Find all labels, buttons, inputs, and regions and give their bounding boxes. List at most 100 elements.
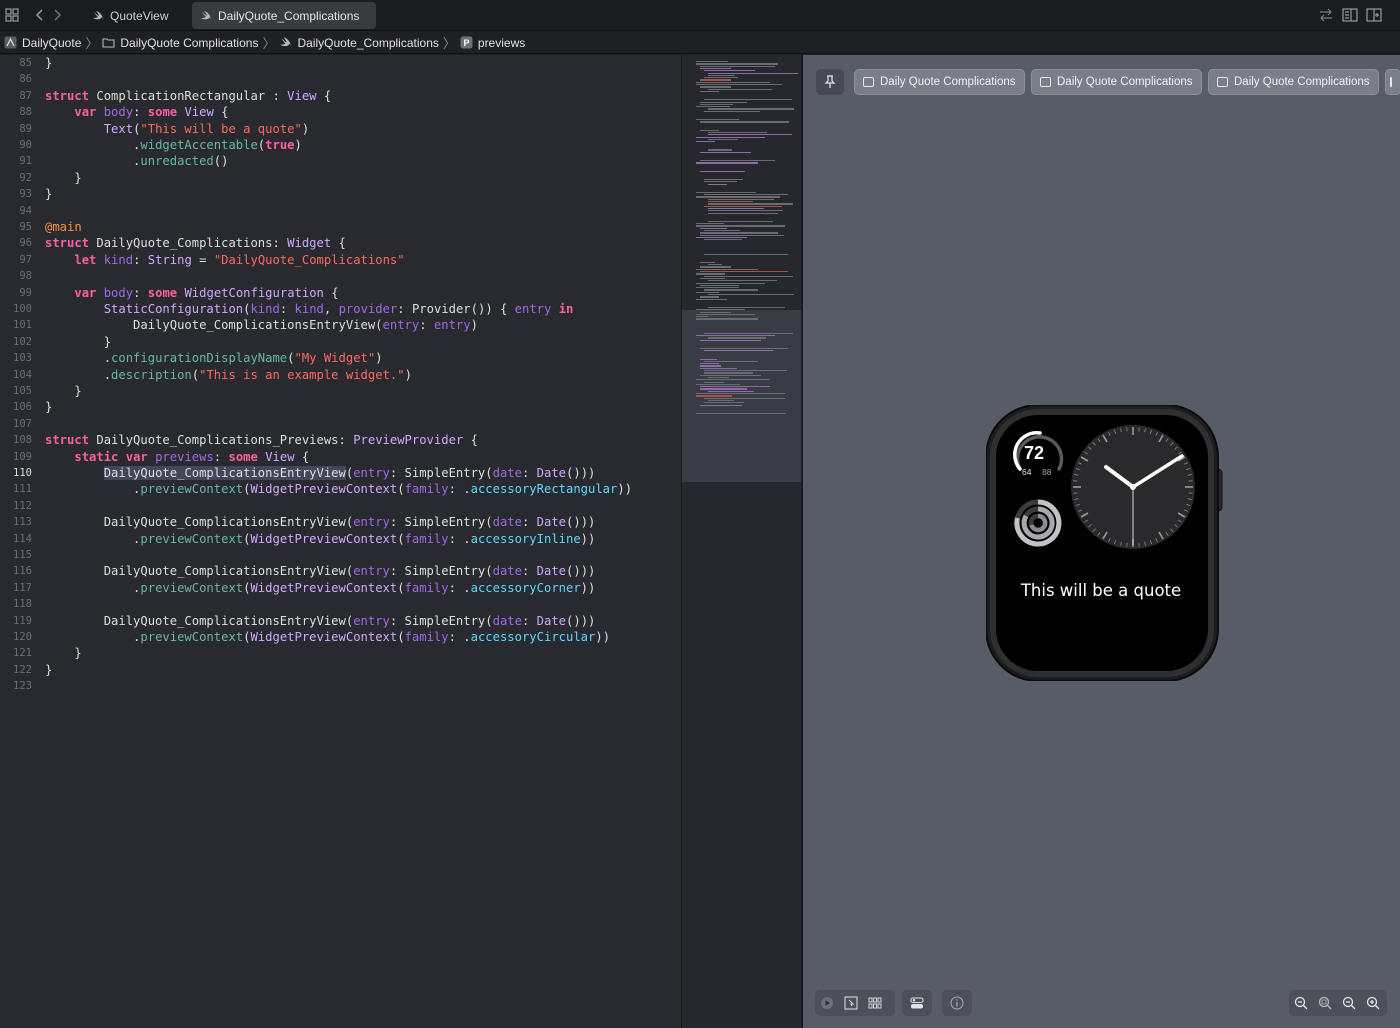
info-icon	[950, 996, 964, 1010]
code-line[interactable]: 99 var body: some WidgetConfiguration {	[0, 285, 681, 301]
code-text: }	[45, 334, 112, 349]
variant-button[interactable]: Daily Quote Complications	[854, 69, 1025, 95]
minimap-line	[696, 106, 730, 108]
breadcrumb-group[interactable]: DailyQuote Complications 〉	[102, 33, 275, 52]
variant-button[interactable]: Daily Quote Complications	[1208, 69, 1379, 95]
code-line[interactable]: 115	[0, 547, 681, 563]
tab-dailyquote-complications[interactable]: DailyQuote_Complications	[192, 2, 376, 29]
code-line[interactable]: 105 }	[0, 383, 681, 399]
minimap-line	[696, 63, 779, 65]
minimap-line	[700, 170, 746, 172]
zoom-100-icon[interactable]	[1342, 996, 1356, 1010]
code-line[interactable]: 116 DailyQuote_ComplicationsEntryView(en…	[0, 563, 681, 579]
code-line[interactable]: 95 @main	[0, 219, 681, 235]
code-line[interactable]: 94	[0, 203, 681, 219]
back-chevron-icon[interactable]	[33, 8, 47, 22]
code-line[interactable]: 114 .previewContext(WidgetPreviewContext…	[0, 531, 681, 547]
minimap-line	[700, 266, 731, 268]
code-line[interactable]: 86	[0, 71, 681, 87]
add-editor-icon[interactable]	[1366, 8, 1382, 22]
code-line[interactable]: 122}	[0, 662, 681, 678]
live-preview-icon[interactable]	[820, 996, 834, 1010]
code-text: }	[45, 56, 53, 70]
forward-chevron-icon[interactable]	[50, 8, 64, 22]
code-line[interactable]: 98	[0, 268, 681, 284]
code-line[interactable]: 87 struct ComplicationRectangular : View …	[0, 88, 681, 104]
minimap-line	[704, 275, 794, 277]
code-line[interactable]: 107	[0, 416, 681, 432]
line-number: 93	[19, 188, 32, 201]
watch-body	[986, 405, 1223, 681]
code-line[interactable]: 120 .previewContext(WidgetPreviewContext…	[0, 629, 681, 645]
minimap-line	[708, 88, 773, 90]
info-button[interactable]	[942, 990, 972, 1016]
code-line[interactable]: 121 }	[0, 645, 681, 661]
line-number: 117	[13, 581, 32, 594]
variants-icon[interactable]	[868, 996, 882, 1010]
line-number: 109	[13, 450, 32, 463]
line-number: 114	[13, 532, 32, 545]
code-line[interactable]: 103 .configurationDisplayName("My Widget…	[0, 350, 681, 366]
minimap-line	[696, 236, 747, 239]
code-text: DailyQuote_ComplicationsEntryView(entry:…	[45, 613, 596, 628]
code-line[interactable]: 123	[0, 678, 681, 694]
line-number: 110	[13, 467, 32, 479]
code-line[interactable]: 102 }	[0, 334, 681, 350]
zoom-in-icon[interactable]	[1366, 996, 1380, 1010]
minimap-line	[696, 395, 733, 397]
line-number: 92	[19, 171, 32, 184]
code-editor[interactable]: 85} 86 87 struct ComplicationRectangular : …	[0, 55, 681, 1028]
grid-icon[interactable]	[5, 8, 19, 22]
breadcrumb-project[interactable]: DailyQuote 〉	[4, 33, 98, 52]
line-number: 86	[19, 73, 32, 86]
code-text: struct DailyQuote_Complications_Previews…	[45, 433, 478, 448]
code-line[interactable]: 113 DailyQuote_ComplicationsEntryView(en…	[0, 514, 681, 530]
code-line[interactable]: 88 var body: some View {	[0, 104, 681, 120]
swap-icon[interactable]	[1318, 8, 1334, 22]
code-line[interactable]: 101 DailyQuote_ComplicationsEntryView(en…	[0, 317, 681, 333]
widget-icon	[863, 77, 874, 87]
code-line[interactable]: 92 }	[0, 170, 681, 186]
minimap[interactable]	[681, 55, 801, 1028]
pin-button[interactable]	[816, 69, 844, 95]
code-line[interactable]: 111 .previewContext(WidgetPreviewContext…	[0, 481, 681, 497]
tab-quoteview[interactable]: QuoteView	[84, 2, 184, 29]
code-text: }	[45, 400, 53, 415]
variant-button-overflow[interactable]	[1385, 69, 1400, 95]
code-text: struct DailyQuote_Complications: Widget …	[45, 236, 346, 251]
zoom-out-icon[interactable]	[1294, 996, 1308, 1010]
code-line[interactable]: 93}	[0, 186, 681, 202]
device-settings-button[interactable]	[902, 990, 932, 1016]
breadcrumb-file[interactable]: DailyQuote_Complications 〉	[279, 33, 456, 52]
minimap-line	[696, 162, 758, 164]
code-text: .previewContext(WidgetPreviewContext(fam…	[45, 630, 611, 644]
code-line[interactable]: 109 static var previews: some View {	[0, 449, 681, 465]
breadcrumb-symbol[interactable]: P previews	[460, 36, 525, 50]
minimap-line	[700, 86, 731, 88]
breadcrumb: DailyQuote 〉 DailyQuote Complications 〉 …	[0, 32, 1400, 54]
pin-icon	[824, 75, 836, 88]
code-line[interactable]: 118	[0, 596, 681, 612]
code-line[interactable]: 117 .previewContext(WidgetPreviewContext…	[0, 580, 681, 596]
code-line[interactable]: 112	[0, 498, 681, 514]
minimap-line	[700, 404, 743, 406]
code-line[interactable]: 97 let kind: String = "DailyQuote_Compli…	[0, 252, 681, 268]
code-line[interactable]: 85}	[0, 55, 681, 71]
zoom-fit-icon[interactable]	[1318, 996, 1332, 1010]
code-line[interactable]: 110 DailyQuote_ComplicationsEntryView(en…	[0, 465, 681, 481]
line-number: 103	[13, 352, 32, 365]
code-line[interactable]: 89 Text("This will be a quote")	[0, 121, 681, 137]
inspector-icon[interactable]	[1342, 8, 1358, 22]
minimap-line	[700, 358, 717, 360]
code-line[interactable]: 119 DailyQuote_ComplicationsEntryView(en…	[0, 613, 681, 629]
code-line[interactable]: 104 .description("This is an example wid…	[0, 367, 681, 383]
code-line[interactable]: 106}	[0, 399, 681, 415]
code-line[interactable]: 96 struct DailyQuote_Complications: Widge…	[0, 235, 681, 251]
code-line[interactable]: 108 struct DailyQuote_Complications_Previ…	[0, 432, 681, 448]
code-line[interactable]: 91 .unredacted()	[0, 153, 681, 169]
selectable-icon[interactable]	[844, 996, 858, 1010]
minimap-line	[708, 72, 798, 74]
code-line[interactable]: 90 .widgetAccentable(true)	[0, 137, 681, 153]
code-line[interactable]: 100 StaticConfiguration(kind: kind, prov…	[0, 301, 681, 317]
variant-button[interactable]: Daily Quote Complications	[1031, 69, 1202, 95]
